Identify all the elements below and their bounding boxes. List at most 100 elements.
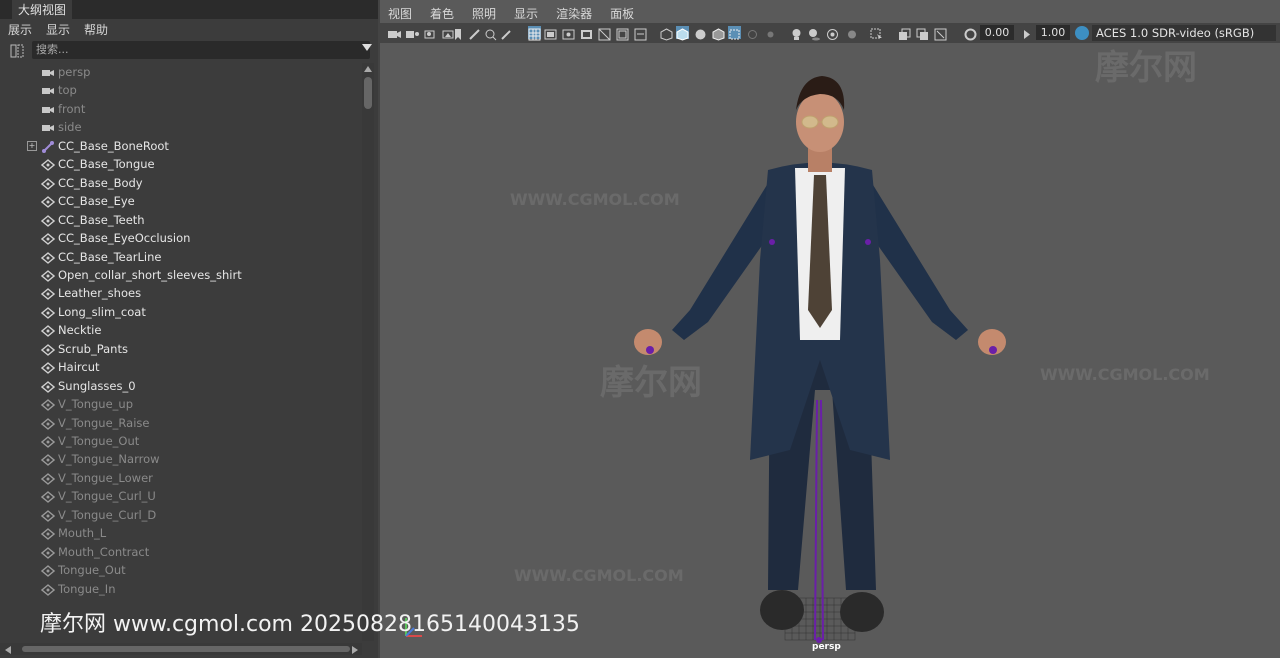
screen-space-ao-icon[interactable] — [826, 26, 839, 40]
grid-icon[interactable] — [528, 26, 541, 41]
outliner-item[interactable]: + CC_Base_BoneRoot — [0, 137, 360, 155]
camera-select-icon[interactable] — [388, 26, 401, 39]
bookmark-camera-icon[interactable] — [424, 26, 437, 39]
outliner-item[interactable]: Long_slim_coat — [0, 303, 360, 321]
outliner-item[interactable]: V_Tongue_Raise — [0, 414, 360, 432]
outliner-item[interactable]: Leather_shoes — [0, 284, 360, 302]
safe-title-icon[interactable] — [634, 26, 647, 41]
default-material-icon[interactable] — [694, 26, 707, 40]
menu-shading[interactable]: 着色 — [430, 5, 454, 22]
gamma-field[interactable]: 1.00 — [1036, 25, 1070, 40]
mesh-icon — [40, 509, 56, 522]
menu-help[interactable]: 帮助 — [84, 21, 108, 38]
field-chart-icon[interactable] — [598, 26, 611, 41]
gate-mask-icon[interactable] — [580, 26, 593, 39]
outliner-item[interactable]: Mouth_L — [0, 524, 360, 542]
outliner-item[interactable]: CC_Base_TearLine — [0, 248, 360, 266]
outliner-item[interactable]: Mouth_Contract — [0, 543, 360, 561]
2d-pan-zoom-icon[interactable] — [484, 26, 497, 41]
film-gate-icon[interactable] — [544, 26, 557, 40]
outliner-item[interactable]: V_Tongue_Lower — [0, 469, 360, 487]
grease-pencil-icon[interactable] — [468, 26, 481, 40]
menu-lighting[interactable]: 照明 — [472, 5, 496, 22]
isolate-select-icon[interactable] — [870, 26, 883, 40]
gamma-icon[interactable] — [1021, 26, 1034, 39]
outliner-item-label: V_Tongue_Curl_U — [58, 489, 156, 504]
xray-active-icon[interactable] — [764, 26, 777, 39]
mesh-icon — [40, 195, 56, 209]
outliner-item[interactable]: V_Tongue_Narrow — [0, 450, 360, 468]
outliner-item[interactable]: Sunglasses_0 — [0, 377, 360, 395]
exposure-icon[interactable] — [964, 26, 977, 41]
camera-attr-icon[interactable] — [406, 26, 419, 39]
mesh-icon — [40, 251, 56, 264]
motion-blur-icon[interactable] — [844, 26, 857, 39]
outliner-item-label: V_Tongue_Curl_D — [58, 507, 157, 522]
outliner-item[interactable]: CC_Base_Body — [0, 174, 360, 192]
outliner-item[interactable]: Tongue_In — [0, 580, 360, 598]
scroll-thumb-h[interactable] — [22, 646, 350, 652]
outliner-item[interactable]: side — [0, 118, 360, 136]
color-space-field[interactable]: ACES 1.0 SDR-video (sRGB) — [1092, 25, 1276, 41]
outliner-item[interactable]: Open_collar_short_sleeves_shirt — [0, 266, 360, 284]
wireframe-icon[interactable] — [660, 26, 673, 41]
outliner-item[interactable]: V_Tongue_Curl_U — [0, 487, 360, 505]
outliner-item[interactable]: V_Tongue_up — [0, 395, 360, 413]
menu-panels[interactable]: 面板 — [610, 5, 634, 22]
filter-icon[interactable] — [10, 43, 24, 58]
shadows-icon[interactable] — [808, 26, 821, 41]
outliner-item[interactable]: Necktie — [0, 321, 360, 339]
outliner-item[interactable]: CC_Base_Teeth — [0, 211, 360, 229]
menu-display[interactable]: 显示 — [46, 21, 70, 38]
outliner-item-label: Scrub_Pants — [58, 341, 128, 356]
scroll-up-icon[interactable] — [364, 66, 372, 72]
outliner-item[interactable]: persp — [0, 63, 360, 81]
outliner-item[interactable]: Scrub_Pants — [0, 340, 360, 358]
scroll-right-icon[interactable] — [352, 646, 358, 654]
outliner-item[interactable]: front — [0, 100, 360, 118]
scroll-thumb[interactable] — [364, 77, 372, 109]
search-input[interactable]: 搜索... — [32, 41, 370, 59]
outliner-item-label: CC_Base_TearLine — [58, 249, 162, 264]
outliner-tab[interactable]: 大纲视图 — [12, 0, 73, 19]
outliner-item[interactable]: Haircut — [0, 358, 360, 376]
hud-icon[interactable] — [898, 26, 911, 40]
outliner-item[interactable]: V_Tongue_Out — [0, 432, 360, 450]
chevron-down-icon[interactable] — [362, 44, 372, 51]
outliner-item[interactable]: CC_Base_Tongue — [0, 155, 360, 173]
scroll-left-icon[interactable] — [5, 646, 11, 654]
outliner-item[interactable]: CC_Base_EyeOcclusion — [0, 229, 360, 247]
horizontal-scrollbar[interactable] — [0, 643, 362, 655]
character-model[interactable] — [610, 60, 1030, 650]
outliner-search-row: 搜索... — [0, 39, 378, 61]
bookmark-icon[interactable] — [452, 26, 465, 40]
outliner-item[interactable]: top — [0, 81, 360, 99]
vertical-scrollbar[interactable] — [362, 63, 374, 641]
mesh-icon — [40, 343, 56, 356]
safe-action-icon[interactable] — [616, 26, 629, 41]
viewport-panel[interactable]: 视图 着色 照明 显示 渲染器 面板 0.00 1.00 ACES 1.0 SD… — [380, 0, 1280, 658]
menu-renderer[interactable]: 渲染器 — [556, 5, 592, 22]
outliner-item[interactable]: CC_Base_Eye — [0, 192, 360, 210]
xray-joints-icon[interactable] — [746, 26, 759, 39]
menu-show-vp[interactable]: 显示 — [514, 5, 538, 22]
menu-view[interactable]: 视图 — [388, 5, 412, 22]
pencil-icon[interactable] — [500, 26, 513, 40]
fullscreen-icon[interactable] — [934, 26, 947, 41]
use-all-lights-icon[interactable] — [790, 26, 803, 40]
outliner-panel: 大纲视图 展示 显示 帮助 搜索... persp top front side + CC… — [0, 0, 378, 658]
expand-icon[interactable]: + — [27, 140, 37, 151]
outliner-tree: persp top front side + CC_Base_BoneRoot CC_Bas… — [0, 63, 362, 641]
hud-toggle-icon[interactable] — [916, 26, 929, 40]
smooth-shade-icon[interactable] — [676, 26, 689, 41]
outliner-item-label: side — [58, 120, 82, 135]
exposure-field[interactable]: 0.00 — [980, 25, 1014, 40]
menu-show[interactable]: 展示 — [8, 21, 32, 38]
outliner-item[interactable]: V_Tongue_Curl_D — [0, 506, 360, 524]
outliner-item[interactable]: Tongue_Out — [0, 561, 360, 579]
outliner-item-label: CC_Base_Body — [58, 175, 143, 190]
xray-icon[interactable] — [728, 26, 741, 40]
wireframe-on-shaded-icon[interactable] — [712, 26, 725, 41]
resolution-gate-icon[interactable] — [562, 26, 575, 40]
color-management-icon[interactable] — [1075, 26, 1089, 40]
